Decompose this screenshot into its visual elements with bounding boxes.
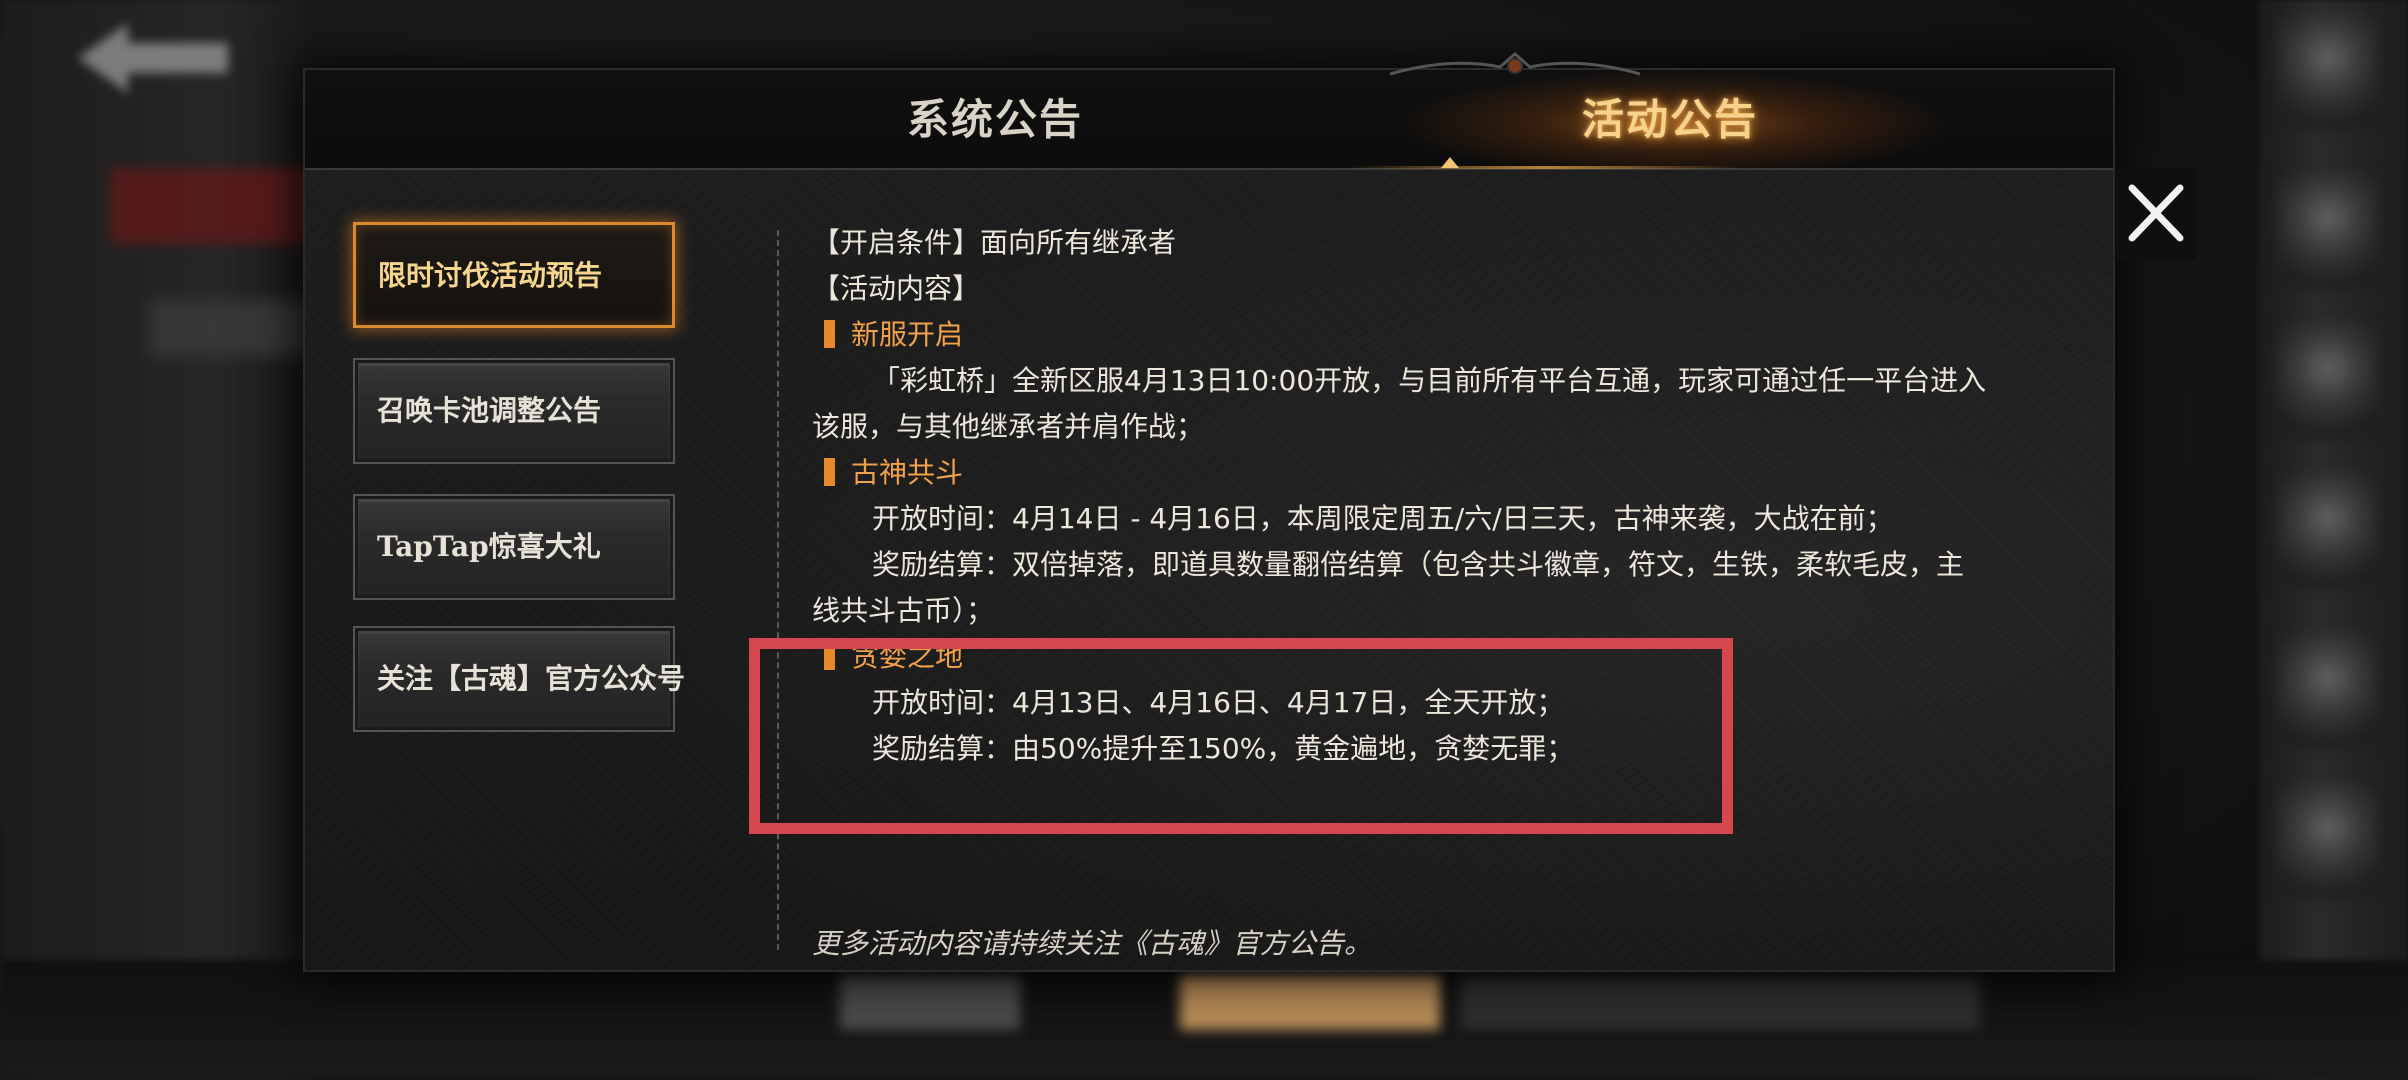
section-marker-icon xyxy=(824,458,835,486)
content-divider xyxy=(777,230,779,950)
background-side-button xyxy=(2278,320,2378,440)
back-arrow-icon xyxy=(78,23,228,93)
sidebar-item-label: 关注【古魂】官方公众号 xyxy=(377,662,686,695)
background-red-tab xyxy=(110,168,320,244)
tab-system-announcement[interactable]: 系统公告 xyxy=(865,90,1125,150)
background-side-button xyxy=(2278,470,2378,590)
sidebar-item-summon-pool[interactable]: 召唤卡池调整公告 xyxy=(353,358,675,464)
section-line: 「彩虹桥」全新区服4月13日10:00开放，与目前所有平台互通，玩家可通过任一平… xyxy=(872,364,1987,397)
section-title: 古神共斗 xyxy=(824,450,963,496)
footer-note: 更多活动内容请持续关注《古魂》官方公告。 xyxy=(812,927,1373,960)
sidebar-item-label: TapTap惊喜大礼 xyxy=(377,530,601,563)
active-tab-indicator-icon xyxy=(1441,157,1459,168)
background-bottom-button xyxy=(840,975,1020,1030)
tab-activity-announcement[interactable]: 活动公告 xyxy=(1520,90,1820,150)
sidebar-item-label: 限时讨伐活动预告 xyxy=(378,259,603,292)
background-side-button xyxy=(2278,630,2378,750)
section-line: 开放时间：4月14日 - 4月16日，本周限定周五/六/日三天，古神来袭，大战在… xyxy=(872,502,1894,535)
section-title: 新服开启 xyxy=(824,312,963,358)
section-line: 线共斗古币）； xyxy=(812,594,995,627)
announcement-panel: 系统公告 活动公告 限时讨伐活动预告 召唤卡池调整公告 TapTap惊喜大礼 关… xyxy=(305,52,2113,970)
background-left-panel xyxy=(0,0,310,1080)
sidebar-item-label: 召唤卡池调整公告 xyxy=(377,394,602,427)
background-grey-tab xyxy=(150,300,320,356)
close-button[interactable] xyxy=(2116,168,2196,260)
background-side-button xyxy=(2278,170,2378,290)
section-line: 该服，与其他继承者并肩作战； xyxy=(812,410,1205,443)
close-icon xyxy=(2128,184,2184,242)
section-line: 奖励结算：双倍掉落，即道具数量翻倍结算（包含共斗徽章，符文，生铁，柔软毛皮，主 xyxy=(872,548,1965,581)
background-side-button xyxy=(2278,780,2378,900)
background-bottom-button xyxy=(1180,975,1440,1030)
background-bottom-button xyxy=(1460,975,1980,1030)
sidebar-item-official-account[interactable]: 关注【古魂】官方公众号 xyxy=(353,626,685,732)
section-marker-icon xyxy=(824,320,835,348)
open-condition: 【开启条件】面向所有继承者 xyxy=(812,226,1177,259)
ornament-icon xyxy=(1390,52,1640,76)
activity-content-header: 【活动内容】 xyxy=(812,272,981,305)
sidebar-item-taptap-gift[interactable]: TapTap惊喜大礼 xyxy=(353,494,675,600)
tabs-bar: 系统公告 活动公告 xyxy=(305,70,2113,170)
sidebar-item-limited-hunt[interactable]: 限时讨伐活动预告 xyxy=(353,222,675,328)
highlight-box xyxy=(749,638,1733,834)
active-tab-underline xyxy=(1345,166,1745,169)
background-side-button xyxy=(2278,10,2378,130)
